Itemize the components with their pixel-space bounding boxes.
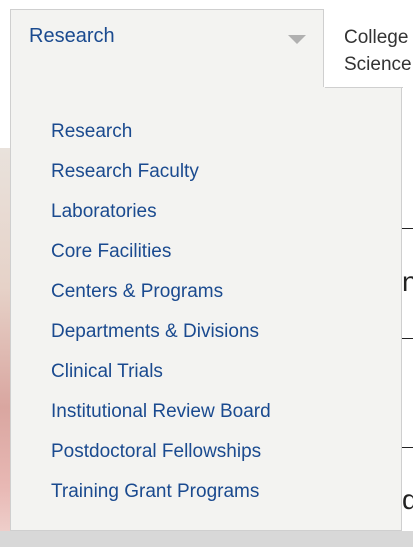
- menu-border: [325, 87, 403, 88]
- college-name-text: College Science: [344, 24, 412, 78]
- menu-item-training-grant-programs[interactable]: Training Grant Programs: [51, 480, 271, 520]
- dropdown-selected-label: Research: [29, 25, 115, 47]
- section-dropdown-toggle[interactable]: Research: [10, 9, 324, 88]
- section-dropdown-menu: Research Research Faculty Laboratories C…: [10, 87, 403, 531]
- menu-item-research[interactable]: Research: [51, 120, 271, 160]
- menu-item-departments-divisions[interactable]: Departments & Divisions: [51, 320, 271, 360]
- menu-item-institutional-review-board[interactable]: Institutional Review Board: [51, 400, 271, 440]
- content-divider: [402, 228, 413, 229]
- menu-item-clinical-trials[interactable]: Clinical Trials: [51, 360, 271, 400]
- college-name-line-1: College: [344, 27, 409, 48]
- menu-item-laboratories[interactable]: Laboratories: [51, 200, 271, 240]
- footer-strip: [0, 531, 413, 547]
- caret-down-icon: [288, 35, 306, 44]
- content-heading-fragment: n: [402, 266, 413, 297]
- menu-item-centers-programs[interactable]: Centers & Programs: [51, 280, 271, 320]
- content-heading-fragment: d: [402, 484, 413, 515]
- content-divider: [402, 338, 413, 339]
- dropdown-menu-list: Research Research Faculty Laboratories C…: [51, 120, 271, 520]
- menu-item-postdoctoral-fellowships[interactable]: Postdoctoral Fellowships: [51, 440, 271, 480]
- college-name-line-2: Science: [344, 54, 412, 75]
- content-divider: [402, 447, 413, 448]
- menu-item-research-faculty[interactable]: Research Faculty: [51, 160, 271, 200]
- menu-item-core-facilities[interactable]: Core Facilities: [51, 240, 271, 280]
- page: College Science n d Research Research Re…: [0, 0, 413, 547]
